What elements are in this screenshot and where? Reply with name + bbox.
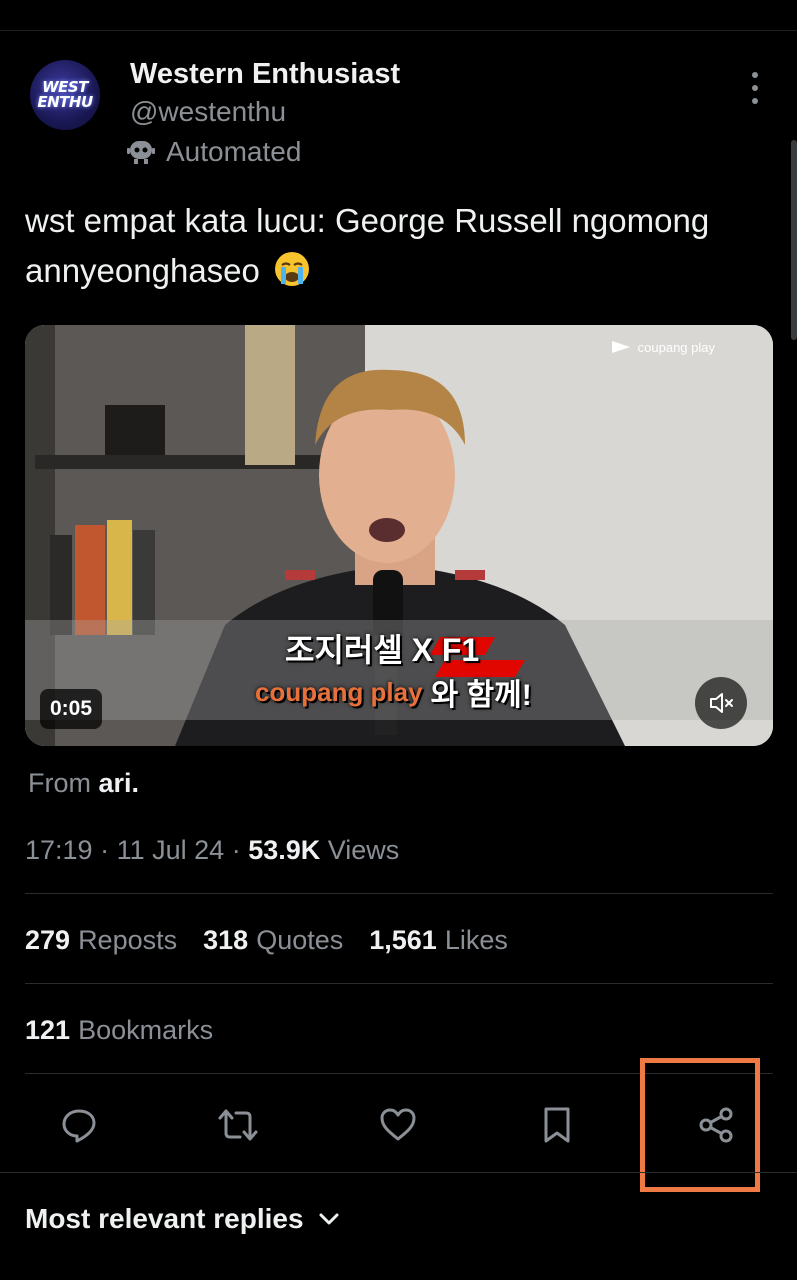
subtitle-brand: coupang play xyxy=(255,676,423,707)
coupang-play-watermark: coupang play xyxy=(610,339,715,355)
repost-icon xyxy=(218,1109,258,1141)
video-player[interactable]: coupang play 조지러셀 X F1 coupang play 와 함께… xyxy=(25,325,773,746)
bookmarks-count: 121 xyxy=(25,1015,71,1045)
chevron-down-icon xyxy=(319,1213,339,1225)
engagement-stats: 279 Reposts 318 Quotes 1,561 Likes xyxy=(25,925,508,956)
replies-sort-dropdown[interactable]: Most relevant replies xyxy=(25,1203,340,1235)
bookmark-icon xyxy=(544,1107,570,1143)
reply-icon xyxy=(62,1109,96,1143)
source-attribution: From ari. xyxy=(28,768,139,799)
reply-button[interactable] xyxy=(49,1095,109,1155)
video-duration: 0:05 xyxy=(40,689,103,729)
watermark-label: coupang play xyxy=(637,339,715,355)
quotes-label: Quotes xyxy=(256,925,344,955)
divider xyxy=(0,1172,797,1173)
reposts-count: 279 xyxy=(25,925,71,955)
like-icon xyxy=(380,1108,416,1141)
post-time[interactable]: 17:19 xyxy=(25,835,93,865)
post-text: wst empat kata lucu: George Russell ngom… xyxy=(25,196,765,296)
scrollbar[interactable] xyxy=(791,140,797,340)
subtitle-text: 와 함께! xyxy=(430,679,532,712)
source-name[interactable]: ari. xyxy=(99,768,140,798)
author-name[interactable]: Western Enthusiast xyxy=(130,58,400,91)
play-logo-icon xyxy=(611,341,630,353)
mute-button[interactable] xyxy=(695,677,747,729)
avatar[interactable]: WEST ENTHU xyxy=(30,60,100,130)
robot-icon xyxy=(126,137,156,167)
author-handle[interactable]: @westenthu xyxy=(130,96,286,128)
views-count: 53.9K xyxy=(248,835,321,865)
post-date[interactable]: 11 Jul 24 xyxy=(117,835,225,865)
automated-label: Automated xyxy=(166,136,302,167)
bookmarks-label: Bookmarks xyxy=(78,1015,214,1045)
quotes-count: 318 xyxy=(203,925,249,955)
subtitle-line-2: coupang play 와 함께! xyxy=(255,670,532,714)
post-meta: 17:19 · 11 Jul 24 · 53.9K Views xyxy=(25,835,399,866)
source-label: From xyxy=(28,768,91,798)
meta-separator: · xyxy=(100,835,117,865)
likes-label: Likes xyxy=(444,925,508,955)
likes-stat[interactable]: 1,561 Likes xyxy=(369,925,508,956)
loudly-crying-face-emoji-icon xyxy=(273,250,311,288)
replies-sort-label: Most relevant replies xyxy=(25,1203,304,1234)
speaker-muted-icon xyxy=(710,693,733,713)
meta-separator: · xyxy=(231,835,249,865)
quotes-stat[interactable]: 318 Quotes xyxy=(203,925,343,956)
more-options-icon[interactable] xyxy=(742,72,768,104)
divider xyxy=(25,983,773,984)
post-body: wst empat kata lucu: George Russell ngom… xyxy=(25,202,710,289)
reposts-label: Reposts xyxy=(78,925,178,955)
views-label: Views xyxy=(327,835,400,865)
divider xyxy=(25,893,773,894)
top-divider xyxy=(0,30,797,31)
reposts-stat[interactable]: 279 Reposts xyxy=(25,925,177,956)
bookmark-button[interactable] xyxy=(527,1095,587,1155)
subtitle-line-1: 조지러셀 X F1 xyxy=(285,632,480,668)
repost-button[interactable] xyxy=(208,1095,268,1155)
avatar-logo-text: WEST ENTHU xyxy=(37,78,93,111)
bookmarks-stat[interactable]: 121 Bookmarks xyxy=(25,1015,213,1046)
like-button[interactable] xyxy=(368,1095,428,1155)
likes-count: 1,561 xyxy=(369,925,437,955)
automated-badge: Automated xyxy=(126,136,301,168)
